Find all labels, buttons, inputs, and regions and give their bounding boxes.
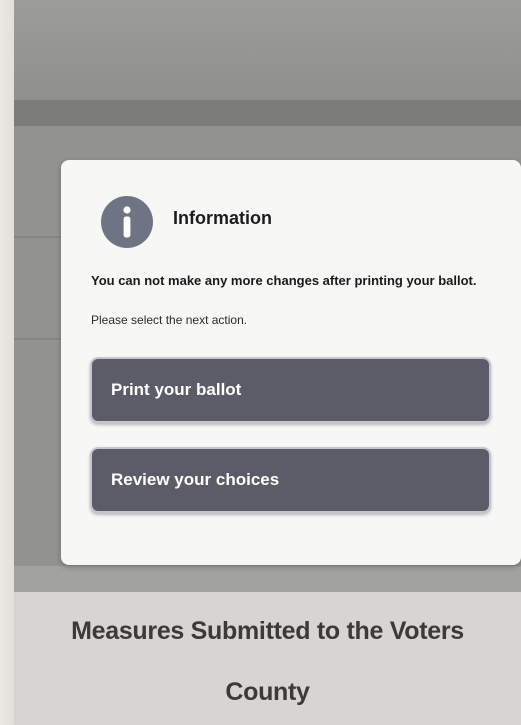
- screen-header-area: [14, 0, 521, 100]
- bezel-edge: [0, 0, 14, 725]
- section-subtitle: County: [225, 678, 310, 706]
- instruction-message: Please select the next action.: [91, 313, 248, 327]
- information-dialog: Information You can not make any more ch…: [61, 160, 521, 565]
- info-icon: [101, 196, 153, 248]
- voting-screen: Measures Submitted to the Voters County …: [14, 0, 521, 725]
- section-title: Measures Submitted to the Voters: [71, 617, 464, 645]
- photo-frame: Measures Submitted to the Voters County …: [0, 0, 521, 725]
- screen-divider-band: [14, 100, 521, 126]
- screen-divider-band: [14, 566, 521, 592]
- dialog-title: Information: [173, 208, 272, 228]
- review-choices-button[interactable]: Review your choices: [90, 447, 491, 513]
- info-icon-glyph: [123, 206, 131, 238]
- warning-message: You can not make any more changes after …: [91, 273, 477, 288]
- print-ballot-button[interactable]: Print your ballot: [90, 357, 491, 423]
